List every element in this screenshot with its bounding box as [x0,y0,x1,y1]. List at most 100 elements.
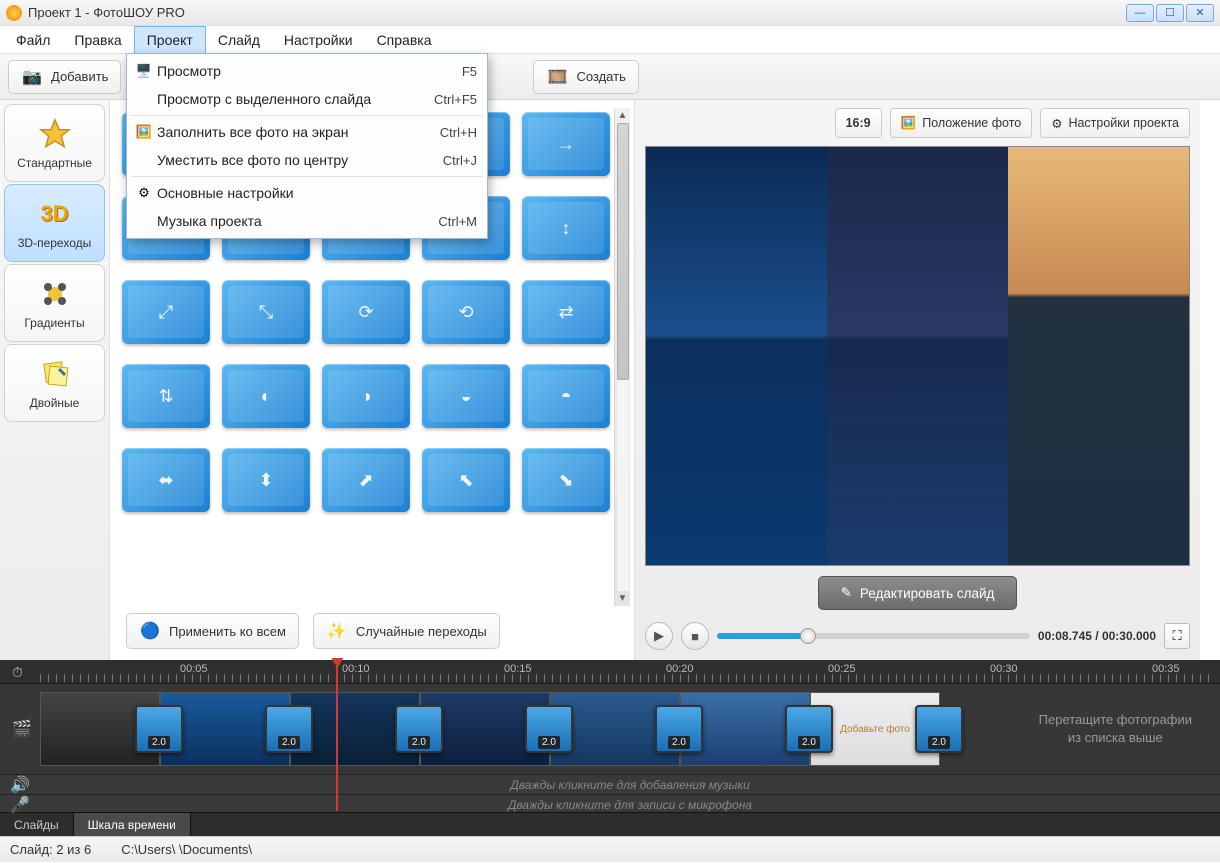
category-label: 3D-переходы [18,236,92,250]
gear-icon: ⚙ [1051,116,1062,131]
tab-slides[interactable]: Слайды [0,813,74,836]
category-label: Стандартные [17,156,92,170]
minimize-button[interactable]: — [1126,4,1154,22]
ruler-tick: 00:30 [990,663,1018,675]
maximize-button[interactable]: ☐ [1156,4,1184,22]
menu-edit[interactable]: Правка [62,26,133,53]
transition-thumb[interactable]: ◐ [222,364,310,428]
transition-badge[interactable]: 2.0 [265,705,313,753]
transition-thumb[interactable]: ⬍ [222,448,310,512]
status-slide: Слайд: 2 из 6 [10,842,91,857]
transition-badge[interactable]: 2.0 [525,705,573,753]
clock-icon: ⏱ [12,664,23,681]
transition-thumb[interactable]: ⬌ [122,448,210,512]
transition-duration: 2.0 [148,736,170,749]
menu-help[interactable]: Справка [365,26,444,53]
transition-thumb[interactable]: ◑ [322,364,410,428]
scroll-up-icon[interactable]: ▲ [618,110,628,121]
arrow-icon: → [557,134,575,155]
stop-button[interactable]: ■ [681,622,709,650]
preview-panel: 16:9 🖼️ Положение фото ⚙ Настройки проек… [634,100,1200,660]
transition-thumb[interactable]: ⬈ [322,448,410,512]
menu-main-settings[interactable]: ⚙ Основные настройки [127,179,487,207]
category-gradients[interactable]: Градиенты [4,264,105,342]
transition-thumb[interactable]: ↕ [522,196,610,260]
star-icon [37,116,73,152]
pencil-icon: ✎ [841,585,852,601]
scrollbar[interactable]: ▲ ▼ [614,108,630,606]
window-title: Проект 1 - ФотоШОУ PRO [28,5,185,20]
create-button[interactable]: 🎞️ Создать [533,60,638,94]
playhead[interactable] [336,660,338,811]
mic-track[interactable]: 🎤 Дважды кликните для записи с микрофона [0,794,1220,814]
menu-center-photos[interactable]: Уместить все фото по центру Ctrl+J [127,146,487,174]
menu-preview[interactable]: 🖥️ Просмотр F5 [127,57,487,85]
category-column: Стандартные 3D 3D-переходы Градиенты Дво… [0,100,110,660]
timeline-clip[interactable]: 2.0 [40,692,160,766]
menu-settings[interactable]: Настройки [272,26,365,53]
menu-preview-from-slide[interactable]: Просмотр с выделенного слайда Ctrl+F5 [127,85,487,113]
video-track[interactable]: 🎬 2.02.02.02.02.02.0Добавьте фото2.0 Пер… [0,684,1220,774]
menu-project[interactable]: Проект [134,26,206,53]
tab-timeline[interactable]: Шкала времени [74,813,191,836]
category-3d[interactable]: 3D 3D-переходы [4,184,105,262]
transition-thumb[interactable]: ⇅ [122,364,210,428]
reel-icon: 🎞️ [546,66,568,88]
arrow-icon: ◑ [361,386,372,407]
arrow-icon: ◐ [261,386,272,407]
add-button[interactable]: 📷 Добавить [8,60,121,94]
edit-slide-button[interactable]: ✎ Редактировать слайд [818,576,1018,610]
transition-badge[interactable]: 2.0 [135,705,183,753]
app-icon [6,5,22,21]
transition-thumb[interactable]: ⟳ [322,280,410,344]
menu-slide[interactable]: Слайд [206,26,272,53]
seek-bar[interactable] [717,633,1030,639]
close-button[interactable]: ✕ [1186,4,1214,22]
scroll-down-icon[interactable]: ▼ [618,593,628,604]
aspect-ratio-button[interactable]: 16:9 [835,108,882,138]
project-settings-button[interactable]: ⚙ Настройки проекта [1040,108,1190,138]
menu-project-music[interactable]: Музыка проекта Ctrl+M [127,207,487,235]
menu-separator [131,115,483,116]
transition-thumb[interactable]: ⬊ [522,448,610,512]
transition-thumb[interactable]: ⤢ [122,280,210,344]
timeline-hint: Перетащите фотографии из списка выше [1019,711,1212,747]
category-standard[interactable]: Стандартные [4,104,105,182]
menu-fill-photos[interactable]: 🖼️ Заполнить все фото на экран Ctrl+H [127,118,487,146]
category-double[interactable]: Двойные [4,344,105,422]
transition-thumb[interactable]: ◓ [522,364,610,428]
menu-file[interactable]: Файл [4,26,62,53]
status-path: C:\Users\ \Documents\ [121,842,252,857]
transition-badge[interactable]: 2.0 [915,705,963,753]
timeline-ruler[interactable]: ⏱ 00:0500:1000:1500:2000:2500:3000:35 [0,660,1220,684]
transition-thumb[interactable]: ⬉ [422,448,510,512]
ruler-tick: 00:25 [828,663,856,675]
monitor-icon: 🖥️ [131,63,157,79]
transition-thumb[interactable]: ◒ [422,364,510,428]
transition-thumb[interactable]: → [522,112,610,176]
transition-thumb[interactable]: ⇄ [522,280,610,344]
timecode: 00:08.745 / 00:30.000 [1038,629,1156,643]
transition-badge[interactable]: 2.0 [785,705,833,753]
mic-icon: 🎤 [0,795,40,815]
project-menu-dropdown: 🖥️ Просмотр F5 Просмотр с выделенного сл… [126,53,488,239]
wand-icon: ✨ [326,620,348,642]
transition-badge[interactable]: 2.0 [655,705,703,753]
apply-all-label: Применить ко всем [169,624,286,639]
ruler-tick: 00:05 [180,663,208,675]
apply-to-all-button[interactable]: 🔵 Применить ко всем [126,613,299,649]
menu-separator [131,176,483,177]
audio-track[interactable]: 🔊 Дважды кликните для добавления музыки [0,774,1220,794]
transition-badge[interactable]: 2.0 [395,705,443,753]
fullscreen-button[interactable]: ⛶ [1164,623,1190,649]
transition-thumb[interactable]: ⤡ [222,280,310,344]
transition-thumb[interactable]: ⟲ [422,280,510,344]
arrow-icon: ⇅ [158,386,173,407]
position-icon: 🖼️ [901,116,917,131]
transition-duration: 2.0 [928,736,950,749]
arrow-icon: ⬌ [158,470,173,491]
play-button[interactable]: ▶ [645,622,673,650]
photo-position-button[interactable]: 🖼️ Положение фото [890,108,1033,138]
random-transitions-button[interactable]: ✨ Случайные переходы [313,613,500,649]
arrow-icon: ⤢ [159,302,173,323]
